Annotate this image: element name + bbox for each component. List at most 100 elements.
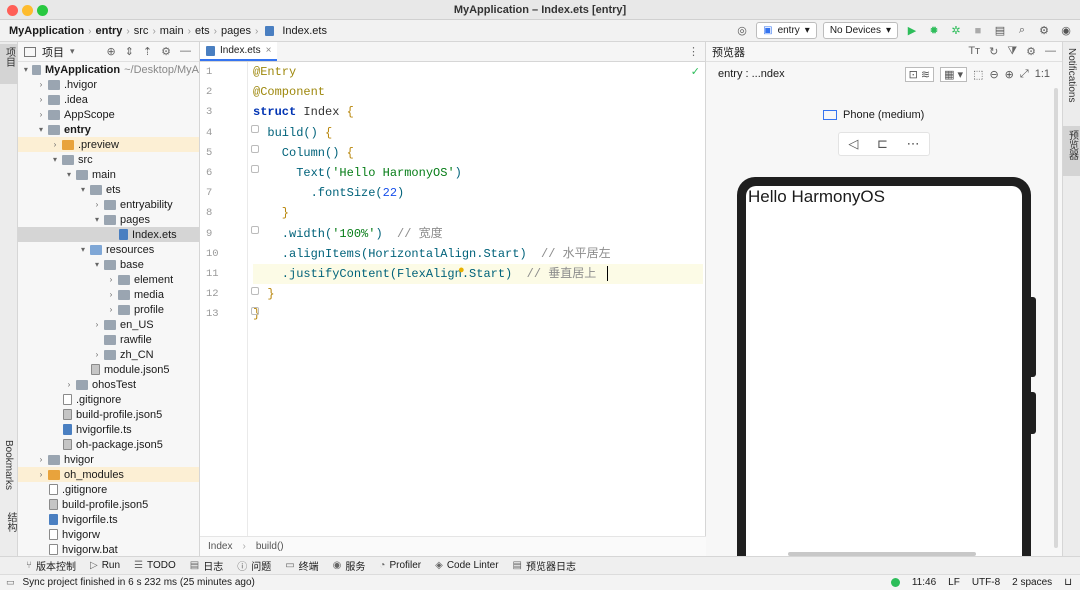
- editor-breadcrumb-item[interactable]: build(): [256, 541, 284, 552]
- gear-icon[interactable]: ⚙: [161, 45, 171, 58]
- fold-icon[interactable]: [251, 125, 259, 133]
- tree-item[interactable]: › zh_CN: [18, 347, 199, 362]
- tree-item[interactable]: › AppScope: [18, 107, 199, 122]
- breadcrumb-item[interactable]: ets: [195, 25, 210, 37]
- code-line[interactable]: .alignItems(HorizontalAlign.Start) // 水平…: [253, 244, 703, 264]
- lightbulb-icon[interactable]: ●: [458, 264, 465, 276]
- device-manager-icon[interactable]: ▤: [992, 23, 1008, 39]
- hide-icon[interactable]: —: [180, 45, 191, 58]
- more-icon[interactable]: ⋯: [907, 136, 920, 152]
- device-selector[interactable]: No Devices ▾: [822, 22, 898, 39]
- chevron-right-icon[interactable]: ›: [36, 110, 46, 119]
- tree-item[interactable]: ▾ ets: [18, 182, 199, 197]
- code-line[interactable]: Text('Hello HarmonyOS'): [253, 163, 703, 183]
- font-size-icon[interactable]: Tт: [968, 45, 980, 58]
- code-line[interactable]: .width('100%') // 宽度: [253, 224, 703, 244]
- bookmarks-tool-button[interactable]: Bookmarks: [3, 440, 14, 490]
- debug-icon[interactable]: ✹: [926, 23, 942, 39]
- code-line[interactable]: build() {: [253, 123, 703, 143]
- indent-setting[interactable]: 2 spaces: [1012, 577, 1052, 588]
- gear-icon[interactable]: ⚙: [1036, 23, 1052, 39]
- tool-window-todo[interactable]: ☰ TODO: [134, 560, 176, 571]
- tab-index-ets[interactable]: Index.ets ×: [200, 42, 278, 61]
- chevron-down-icon[interactable]: ▾: [78, 245, 88, 254]
- tree-item[interactable]: › hvigor: [18, 452, 199, 467]
- hide-icon[interactable]: —: [1045, 45, 1056, 58]
- tool-window-previewer-log[interactable]: ▤ 预览器日志: [513, 558, 576, 573]
- tree-item[interactable]: .gitignore: [18, 392, 199, 407]
- inspector-icon[interactable]: ⧩: [1007, 45, 1017, 58]
- tree-item[interactable]: oh-package.json5: [18, 437, 199, 452]
- tree-item[interactable]: hvigorfile.ts: [18, 422, 199, 437]
- code-line[interactable]: struct Index {: [253, 102, 703, 122]
- tree-item[interactable]: module.json5: [18, 362, 199, 377]
- breadcrumb-item[interactable]: entry: [96, 25, 123, 37]
- account-icon[interactable]: ◉: [1058, 23, 1074, 39]
- code-line[interactable]: .fontSize(22): [253, 183, 703, 203]
- tool-window-problems[interactable]: ⓘ 问题: [237, 558, 271, 573]
- tree-item[interactable]: ▾ entry: [18, 122, 199, 137]
- chevron-right-icon[interactable]: ›: [92, 200, 102, 209]
- tree-item[interactable]: hvigorw: [18, 527, 199, 542]
- refresh-icon[interactable]: ↻: [989, 45, 998, 58]
- chevron-right-icon[interactable]: ›: [36, 95, 46, 104]
- code-line[interactable]: @Entry: [253, 62, 703, 82]
- project-tool-button[interactable]: 项目: [0, 44, 18, 84]
- tree-item[interactable]: ▾ MyApplication ~/Desktop/MyA: [18, 62, 199, 77]
- chevron-right-icon[interactable]: ›: [92, 320, 102, 329]
- tool-window-run[interactable]: ▷ Run: [90, 560, 120, 571]
- tool-window-code-linter[interactable]: ◈ Code Linter: [435, 560, 498, 571]
- tree-item[interactable]: ▾ base: [18, 257, 199, 272]
- device-screen[interactable]: Hello HarmonyOS: [746, 186, 1022, 586]
- multi-device-icon[interactable]: ▦ ▾: [940, 66, 968, 82]
- rotate-icon[interactable]: ⊏: [877, 136, 888, 152]
- chevron-down-icon[interactable]: ▾: [92, 260, 102, 269]
- component-tree-icon[interactable]: ⊡ ≋: [904, 66, 935, 82]
- project-panel-title[interactable]: 项目: [42, 44, 64, 60]
- tree-item[interactable]: rawfile: [18, 332, 199, 347]
- breadcrumb-item[interactable]: MyApplication: [9, 25, 84, 37]
- code-line[interactable]: @Component: [253, 82, 703, 102]
- chevron-right-icon[interactable]: ›: [106, 290, 116, 299]
- chevron-down-icon[interactable]: ▾: [78, 185, 88, 194]
- chevron-down-icon[interactable]: ▾: [64, 170, 74, 179]
- zoom-in-icon[interactable]: ⊕: [1005, 68, 1014, 81]
- actual-size-icon[interactable]: 1:1: [1035, 68, 1050, 80]
- structure-tool-button[interactable]: 结构: [3, 512, 18, 532]
- preview-target[interactable]: entry : ...ndex: [718, 68, 785, 80]
- breadcrumb-item[interactable]: src: [134, 25, 149, 37]
- code-line[interactable]: }: [253, 203, 703, 223]
- stop-icon[interactable]: ■: [970, 23, 986, 39]
- tree-item[interactable]: hvigorfile.ts: [18, 512, 199, 527]
- fold-icon[interactable]: [251, 165, 259, 173]
- cursor-position[interactable]: 11:46: [912, 577, 936, 588]
- fold-icon[interactable]: [251, 145, 259, 153]
- tree-item[interactable]: › oh_modules: [18, 467, 199, 482]
- tree-item[interactable]: › .preview: [18, 137, 199, 152]
- vertical-scrollbar[interactable]: [1054, 88, 1058, 548]
- status-message[interactable]: Sync project finished in 6 s 232 ms (25 …: [23, 577, 255, 588]
- module-selector[interactable]: ▣ entry ▾: [756, 22, 817, 39]
- code-line[interactable]: }: [253, 284, 703, 304]
- tree-item[interactable]: › media: [18, 287, 199, 302]
- file-encoding[interactable]: UTF-8: [972, 577, 1000, 588]
- tree-item[interactable]: ▾ resources: [18, 242, 199, 257]
- expand-all-icon[interactable]: ⇕: [125, 45, 134, 58]
- tree-item[interactable]: ▾ main: [18, 167, 199, 182]
- chevron-right-icon[interactable]: ›: [106, 305, 116, 314]
- tree-item[interactable]: › element: [18, 272, 199, 287]
- breadcrumb-item[interactable]: Index.ets: [282, 25, 327, 37]
- tree-item[interactable]: build-profile.json5: [18, 407, 199, 422]
- target-icon[interactable]: ◎: [734, 23, 750, 39]
- lock-icon[interactable]: ⊔: [1064, 577, 1072, 588]
- tool-window-terminal[interactable]: ▭ 终端: [285, 558, 318, 573]
- more-icon[interactable]: ⋮: [682, 42, 705, 61]
- tree-item[interactable]: › entryability: [18, 197, 199, 212]
- tree-item[interactable]: › profile: [18, 302, 199, 317]
- code-line[interactable]: }: [253, 304, 703, 324]
- tree-item[interactable]: › .hvigor: [18, 77, 199, 92]
- attach-debugger-icon[interactable]: ✲: [948, 23, 964, 39]
- locate-icon[interactable]: ⊕: [106, 45, 115, 58]
- tool-window-log[interactable]: ▤ 日志: [190, 558, 223, 573]
- chevron-right-icon[interactable]: ›: [50, 140, 60, 149]
